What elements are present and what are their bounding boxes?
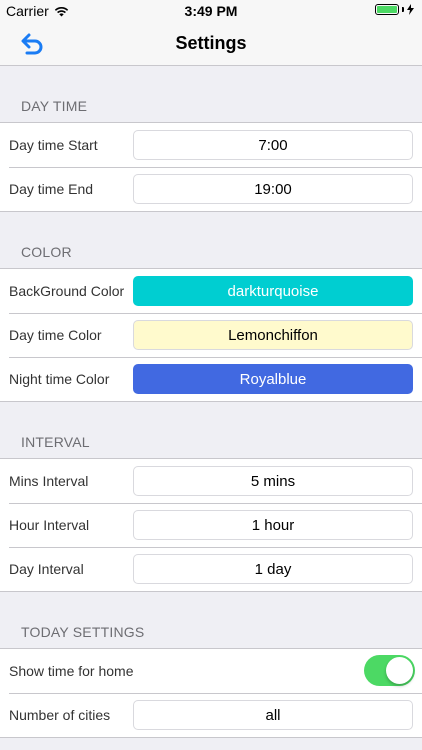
- settings-list: DAY TIME Day time Start 7:00 Day time En…: [0, 66, 422, 738]
- mins-interval-label: Mins Interval: [9, 473, 89, 489]
- row-daytime-color: Day time Color Lemonchiffon: [0, 313, 422, 357]
- row-background-color: BackGround Color darkturquoise: [0, 269, 422, 313]
- show-home-time-label: Show time for home: [9, 663, 134, 679]
- nighttime-color-label: Night time Color: [9, 371, 110, 387]
- daytime-start-label: Day time Start: [9, 137, 98, 153]
- mins-interval-field[interactable]: 5 mins: [133, 466, 413, 496]
- hour-interval-label: Hour Interval: [9, 517, 90, 533]
- row-show-home-time: Show time for home: [0, 649, 422, 693]
- daytime-start-field[interactable]: 7:00: [133, 130, 413, 160]
- group-daytime: Day time Start 7:00 Day time End 19:00: [0, 122, 422, 212]
- row-number-of-cities: Number of cities all: [0, 693, 422, 737]
- status-bar: Carrier 3:49 PM: [0, 0, 422, 22]
- background-color-field[interactable]: darkturquoise: [133, 276, 413, 306]
- group-interval: Mins Interval 5 mins Hour Interval 1 hou…: [0, 458, 422, 592]
- day-interval-field[interactable]: 1 day: [133, 554, 413, 584]
- background-color-label: BackGround Color: [9, 283, 125, 299]
- row-hour-interval: Hour Interval 1 hour: [0, 503, 422, 547]
- hour-interval-field[interactable]: 1 hour: [133, 510, 413, 540]
- nighttime-color-field[interactable]: Royalblue: [133, 364, 413, 394]
- daytime-color-label: Day time Color: [9, 327, 102, 343]
- page-title: Settings: [175, 33, 247, 53]
- navigation-bar: Settings: [0, 22, 422, 66]
- battery-icon: [375, 4, 399, 15]
- section-header-today: TODAY SETTINGS: [21, 624, 145, 640]
- show-home-time-toggle[interactable]: [364, 655, 415, 686]
- row-daytime-start: Day time Start 7:00: [0, 123, 422, 167]
- charging-bolt-icon: [407, 4, 414, 15]
- battery-tip: [402, 7, 404, 12]
- section-header-color: COLOR: [21, 244, 72, 260]
- status-time: 3:49 PM: [184, 3, 238, 19]
- row-day-interval: Day Interval 1 day: [0, 547, 422, 591]
- group-today: Show time for home Number of cities all: [0, 648, 422, 738]
- daytime-end-field[interactable]: 19:00: [133, 174, 413, 204]
- day-interval-label: Day Interval: [9, 561, 84, 577]
- section-header-interval: INTERVAL: [21, 434, 90, 450]
- row-mins-interval: Mins Interval 5 mins: [0, 459, 422, 503]
- daytime-end-label: Day time End: [9, 181, 94, 197]
- row-daytime-end: Day time End 19:00: [0, 167, 422, 211]
- group-color: BackGround Color darkturquoise Day time …: [0, 268, 422, 402]
- number-of-cities-label: Number of cities: [9, 707, 111, 723]
- row-nighttime-color: Night time Color Royalblue: [0, 357, 422, 401]
- number-of-cities-field[interactable]: all: [133, 700, 413, 730]
- toggle-knob: [386, 657, 413, 684]
- section-header-daytime: DAY TIME: [21, 98, 88, 114]
- status-right: [375, 4, 414, 15]
- daytime-color-field[interactable]: Lemonchiffon: [133, 320, 413, 350]
